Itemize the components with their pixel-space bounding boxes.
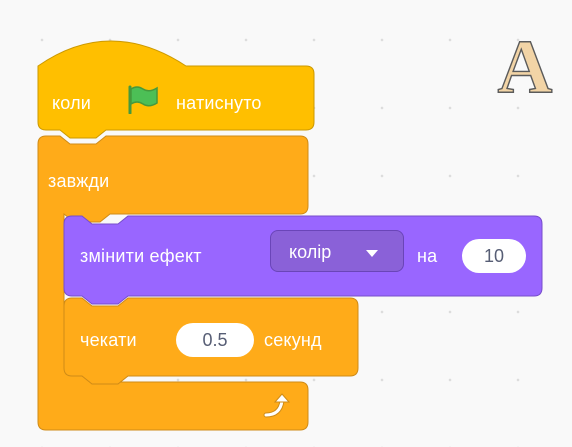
green-flag-icon[interactable] xyxy=(124,84,162,114)
script-stack xyxy=(37,40,543,431)
effect-dropdown[interactable]: колір xyxy=(270,230,404,272)
hat-prefix-label: коли xyxy=(52,93,92,113)
wait-label: чекати xyxy=(80,330,137,350)
dropdown-caret-icon xyxy=(366,250,378,257)
sprite-letter-a-icon: A xyxy=(497,30,553,100)
wait-duration-input[interactable]: 0.5 xyxy=(176,323,254,357)
effect-dropdown-value: колір xyxy=(289,242,332,262)
change-effect-label: змінити ефект xyxy=(80,246,202,266)
loop-arrow-icon xyxy=(263,393,291,418)
wait-unit-label: секунд xyxy=(264,330,322,350)
effect-amount-input[interactable]: 10 xyxy=(462,239,526,273)
hat-suffix-label: натиснуто xyxy=(176,93,262,113)
forever-label: завжди xyxy=(48,171,110,191)
effect-by-label: на xyxy=(417,246,438,266)
sprite-letter: A xyxy=(498,30,553,100)
when-flag-clicked-block-shape[interactable] xyxy=(37,40,315,139)
